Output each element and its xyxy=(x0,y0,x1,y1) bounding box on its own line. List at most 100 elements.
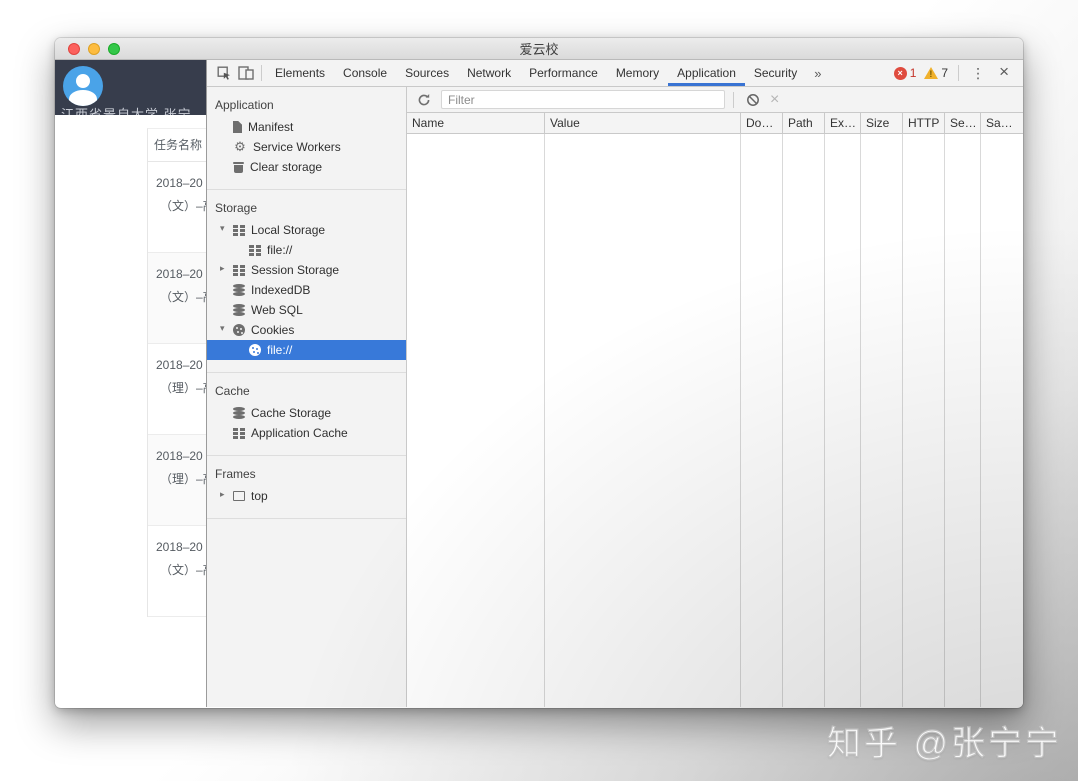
column-header-ex[interactable]: Ex… xyxy=(825,113,861,133)
error-icon[interactable]: × xyxy=(893,66,907,80)
task-date: 2018–20 xyxy=(156,358,203,372)
tab-performance[interactable]: Performance xyxy=(520,60,607,86)
sidebar-item-label: Cache Storage xyxy=(251,406,332,420)
column-header-name[interactable]: Name xyxy=(407,113,545,133)
column-header-path[interactable]: Path xyxy=(783,113,825,133)
table-icon xyxy=(233,427,245,439)
task-row[interactable]: 2018–20 （文）–高 xyxy=(148,162,206,253)
expanded-arrow-icon[interactable]: ▾ xyxy=(220,323,225,334)
tab-network[interactable]: Network xyxy=(458,60,520,86)
task-row[interactable]: 2018–20 （理）–高 xyxy=(148,435,206,526)
db-icon xyxy=(233,407,245,419)
column-body-http xyxy=(903,134,945,707)
trash-icon xyxy=(233,161,244,173)
warning-count[interactable]: 7 xyxy=(941,66,948,80)
tab-sources[interactable]: Sources xyxy=(396,60,458,86)
task-subject: （文）–高 xyxy=(160,563,206,577)
toolbar-divider xyxy=(261,65,262,81)
column-body-sa xyxy=(981,134,1023,707)
column-header-se[interactable]: Se… xyxy=(945,113,981,133)
column-header-http[interactable]: HTTP xyxy=(903,113,945,133)
sidebar-item-file[interactable]: file:// xyxy=(207,240,406,260)
cookies-table-header: Name Value Do… Path Ex… Size HTTP Se… Sa… xyxy=(407,113,1023,134)
clear-all-icon[interactable] xyxy=(742,89,764,111)
devtools-panel: Elements Console Sources Network Performance… xyxy=(206,60,1023,707)
sidebar-item-clear-storage[interactable]: Clear storage xyxy=(207,157,406,177)
watermark-text: 知乎 @张宁宁 xyxy=(826,724,1062,763)
task-row[interactable]: 2018–20 （理）–高 xyxy=(148,344,206,435)
sidebar-item-label: Service Workers xyxy=(253,140,341,154)
column-header-do[interactable]: Do… xyxy=(741,113,783,133)
column-header-size[interactable]: Size xyxy=(861,113,903,133)
column-header-value[interactable]: Value xyxy=(545,113,741,133)
cookies-filterbar: × xyxy=(407,87,1023,113)
cookie-icon xyxy=(249,344,261,356)
sidebar-item-file[interactable]: file:// xyxy=(207,340,406,360)
close-window-button[interactable] xyxy=(68,42,80,55)
task-subject: （文）–高 xyxy=(160,290,206,304)
sidebar-item-local-storage[interactable]: ▾ Local Storage xyxy=(207,220,406,240)
tab-security[interactable]: Security xyxy=(745,60,806,86)
sidebar-item-indexeddb[interactable]: IndexedDB xyxy=(207,280,406,300)
sidebar-item-label: Web SQL xyxy=(251,303,303,317)
cookies-table-body xyxy=(407,134,1023,707)
column-body-value xyxy=(545,134,741,707)
column-body-ex xyxy=(825,134,861,707)
badge-divider xyxy=(958,65,960,81)
tab-elements[interactable]: Elements xyxy=(266,60,334,86)
sidebar-item-label: Cookies xyxy=(251,323,295,337)
table-icon xyxy=(233,224,245,236)
sidebar-section-storage: Storage ▾ Local Storage file:// ▸ Session Sto… xyxy=(207,190,406,373)
devtools-close-icon[interactable]: × xyxy=(993,62,1017,84)
tab-application[interactable]: Application xyxy=(668,60,745,86)
column-header-sa[interactable]: Sa… xyxy=(981,113,1023,133)
section-title: Frames xyxy=(215,467,256,481)
task-list: 2018–20 （文）–高 2018–20 （文）–高 2018–20（理）–高2018… xyxy=(148,162,206,617)
filter-divider xyxy=(733,91,734,108)
tab-console[interactable]: Console xyxy=(334,60,396,86)
window-titlebar[interactable]: 爱云校 xyxy=(55,38,1023,60)
warning-icon[interactable]: ! xyxy=(924,67,939,79)
expanded-arrow-icon[interactable]: ▾ xyxy=(220,223,225,234)
section-title: Storage xyxy=(215,201,258,215)
task-subject: （文）–高 xyxy=(160,199,206,213)
devtools-tabbar: Elements Console Sources Network Performance… xyxy=(207,60,1023,87)
sidebar-item-cookies[interactable]: ▾ Cookies xyxy=(207,320,406,340)
sidebar-item-cache-storage[interactable]: Cache Storage xyxy=(207,403,406,423)
inspect-element-icon[interactable] xyxy=(213,62,235,84)
sidebar-item-session-storage[interactable]: ▸ Session Storage xyxy=(207,260,406,280)
doc-icon xyxy=(233,121,242,133)
task-subject: （理）–高 xyxy=(160,472,206,486)
collapsed-arrow-icon[interactable]: ▸ xyxy=(220,489,225,500)
sidebar-item-web-sql[interactable]: Web SQL xyxy=(207,300,406,320)
clear-filter-icon[interactable]: × xyxy=(764,91,785,109)
tab-memory[interactable]: Memory xyxy=(607,60,668,86)
device-toolbar-icon[interactable] xyxy=(235,62,257,84)
task-row[interactable]: 2018–20 （文）–高 xyxy=(148,253,206,344)
user-avatar-icon[interactable] xyxy=(63,66,103,106)
more-tabs-chevron-icon[interactable]: » xyxy=(806,66,829,81)
sidebar-item-top[interactable]: ▸ top xyxy=(207,486,406,506)
filter-input[interactable] xyxy=(441,90,725,109)
sidebar-item-label: file:// xyxy=(267,243,293,257)
task-date: 2018–20 xyxy=(156,540,203,554)
sidebar-item-label: top xyxy=(251,489,268,503)
refresh-icon[interactable] xyxy=(413,89,435,111)
sidebar-item-service-workers[interactable]: ⚙ Service Workers xyxy=(207,137,406,157)
gear-icon: ⚙ xyxy=(234,139,246,154)
zoom-window-button[interactable] xyxy=(108,42,120,55)
sidebar-item-label: Manifest xyxy=(248,120,294,134)
sidebar-item-application-cache[interactable]: Application Cache xyxy=(207,423,406,443)
app-window: 爱云校 江西省景自大学 张宁 任务名称 2018–20 （文）–高 2018–20 （… xyxy=(55,38,1023,708)
devtools-menu-icon[interactable]: ⋮ xyxy=(963,65,993,82)
error-count[interactable]: 1 xyxy=(910,66,917,80)
collapsed-arrow-icon[interactable]: ▸ xyxy=(220,263,225,274)
sidebar-item-label: Local Storage xyxy=(251,223,326,237)
task-row[interactable]: 2018–20 （文）–高 xyxy=(148,526,206,617)
task-panel: 任务名称 2018–20 （文）–高 2018–20 （文）–高 2018–20 （理）–… xyxy=(147,128,206,617)
sidebar-item-manifest[interactable]: Manifest xyxy=(207,117,406,137)
devtools-sidebar: Application Manifest ⚙ Service Workers Clear… xyxy=(207,87,407,707)
section-title: Cache xyxy=(215,384,250,398)
sidebar-item-label: file:// xyxy=(267,343,293,357)
minimize-window-button[interactable] xyxy=(88,42,100,55)
